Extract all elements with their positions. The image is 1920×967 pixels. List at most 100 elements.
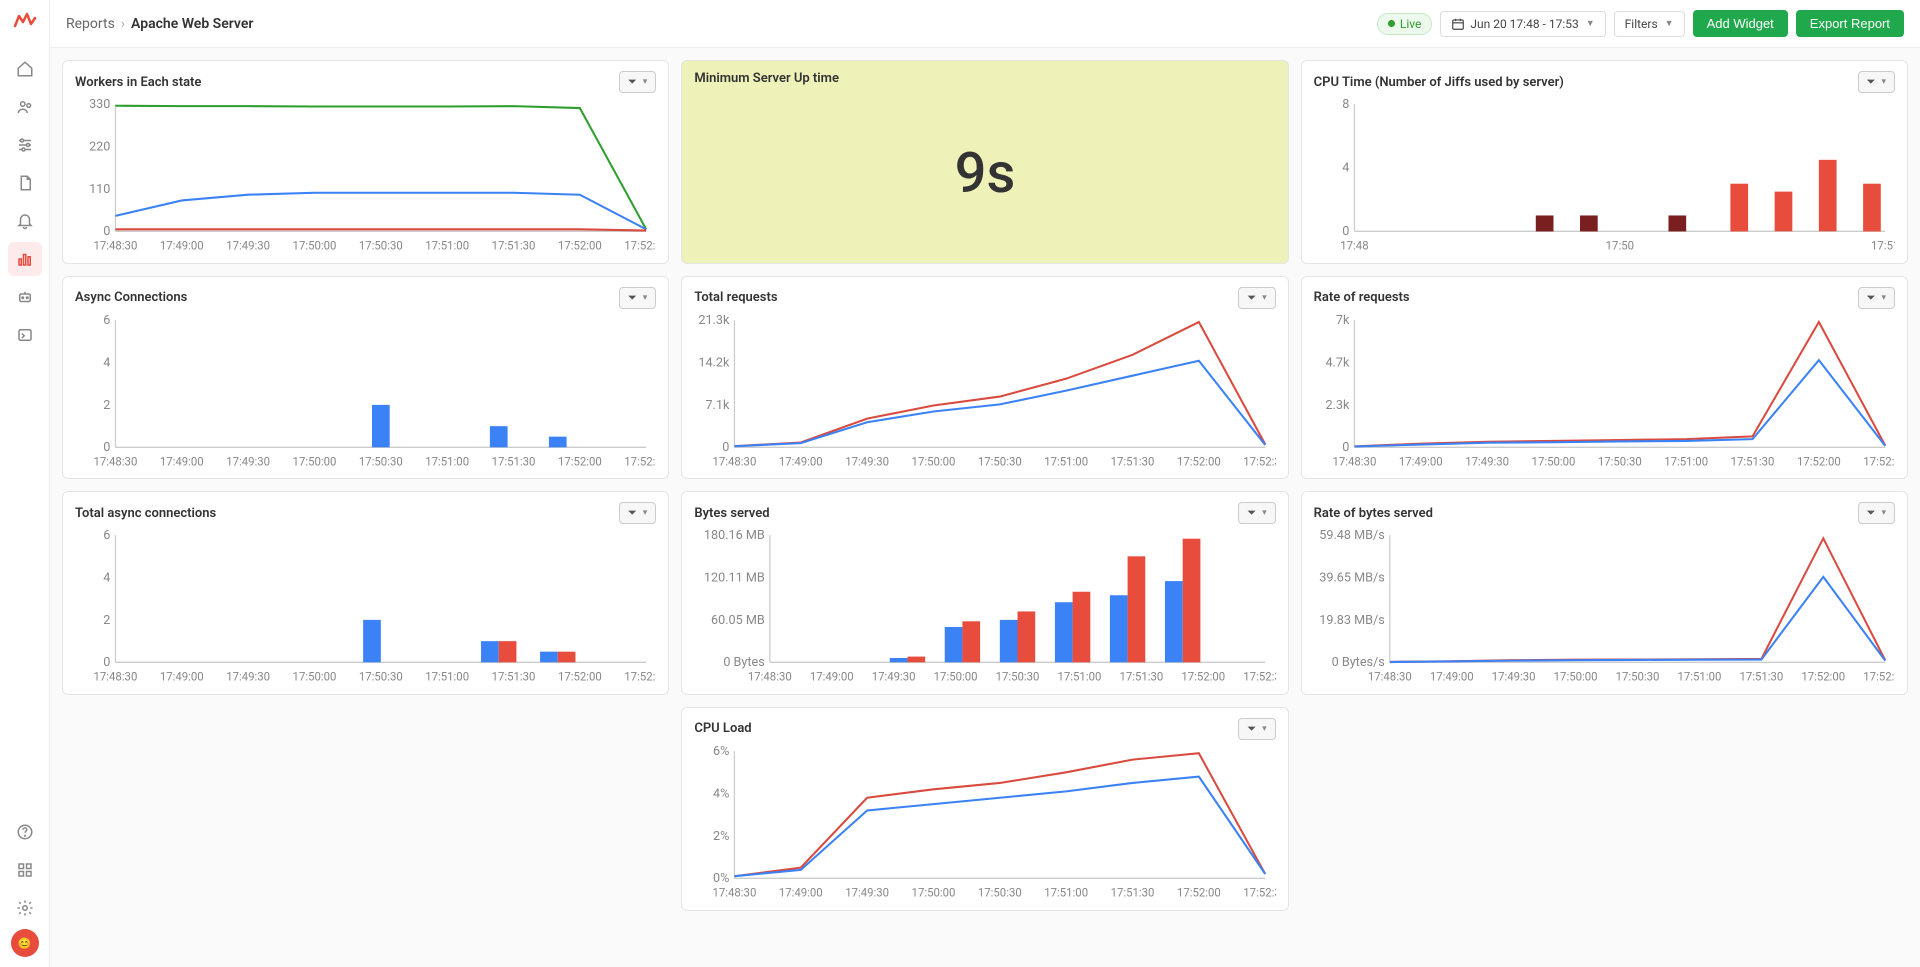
filters-button[interactable]: Filters ▼	[1614, 11, 1685, 37]
svg-text:17:52:00: 17:52:00	[1797, 454, 1841, 468]
svg-text:17:52:30: 17:52:30	[1244, 670, 1276, 684]
svg-text:2.3k: 2.3k	[1325, 397, 1349, 412]
svg-text:17:49:00: 17:49:00	[160, 670, 204, 684]
svg-text:17:49:00: 17:49:00	[810, 670, 854, 684]
svg-text:0 Bytes: 0 Bytes	[724, 655, 765, 670]
svg-text:17:48:30: 17:48:30	[1332, 454, 1376, 468]
chevron-down-icon: ▾	[643, 77, 648, 87]
nav-home-icon[interactable]	[8, 52, 42, 86]
nav-sliders-icon[interactable]	[8, 128, 42, 162]
svg-text:17:51:30: 17:51:30	[1739, 670, 1783, 684]
svg-text:17:52:30: 17:52:30	[1863, 454, 1895, 468]
svg-text:0 Bytes/s: 0 Bytes/s	[1331, 655, 1384, 670]
svg-text:60.05 MB: 60.05 MB	[711, 613, 765, 628]
svg-text:17:50:30: 17:50:30	[978, 885, 1022, 899]
svg-text:17:49:30: 17:49:30	[846, 885, 890, 899]
svg-text:17:49:30: 17:49:30	[1491, 670, 1535, 684]
card-rate-bytes: Rate of bytes served ⏷▾ 59.48 MB/s 39.65 …	[1301, 491, 1908, 695]
svg-text:59.48 MB/s: 59.48 MB/s	[1319, 530, 1384, 543]
svg-text:17:51:30: 17:51:30	[1120, 670, 1164, 684]
svg-text:0: 0	[103, 440, 110, 455]
card-filter-button[interactable]: ⏷▾	[1238, 718, 1275, 740]
svg-text:4.7k: 4.7k	[1325, 355, 1349, 370]
add-widget-button[interactable]: Add Widget	[1693, 10, 1788, 37]
svg-text:330: 330	[89, 99, 110, 112]
live-badge: Live	[1377, 13, 1432, 35]
svg-text:6: 6	[103, 530, 110, 543]
topbar: Reports › Apache Web Server Live Jun 20 …	[50, 0, 1920, 48]
svg-text:120.11 MB: 120.11 MB	[704, 571, 765, 586]
card-cpu-time: CPU Time (Number of Jiffs used by server…	[1301, 60, 1908, 264]
nav-document-icon[interactable]	[8, 166, 42, 200]
svg-text:17:50:00: 17:50:00	[1531, 454, 1575, 468]
svg-text:110: 110	[89, 182, 110, 197]
svg-text:17:50:00: 17:50:00	[293, 238, 337, 252]
funnel-icon: ⏷	[628, 506, 637, 520]
svg-text:17:50:30: 17:50:30	[1615, 670, 1659, 684]
nav-help-icon[interactable]	[8, 815, 42, 849]
svg-text:17:50:30: 17:50:30	[359, 238, 403, 252]
card-workers: Workers in Each state ⏷▾ 330220110017:48…	[62, 60, 669, 264]
card-rate-requests: Rate of requests ⏷▾ 7k4.7k2.3k017:48:301…	[1301, 276, 1908, 480]
svg-text:17:51:00: 17:51:00	[425, 238, 469, 252]
svg-text:17:49:00: 17:49:00	[1429, 670, 1473, 684]
card-title: CPU Load	[694, 721, 751, 736]
export-report-button[interactable]: Export Report	[1796, 10, 1904, 37]
funnel-icon: ⏷	[1867, 75, 1876, 89]
svg-text:17:50:30: 17:50:30	[359, 454, 403, 468]
svg-text:17:51:30: 17:51:30	[1111, 885, 1155, 899]
card-filter-button[interactable]: ⏷▾	[619, 502, 656, 524]
card-filter-button[interactable]: ⏷▾	[619, 287, 656, 309]
svg-text:17:51:30: 17:51:30	[1111, 454, 1155, 468]
card-title: Total async connections	[75, 506, 216, 521]
chevron-down-icon: ▼	[1586, 18, 1595, 29]
card-filter-button[interactable]: ⏷▾	[1858, 287, 1895, 309]
svg-text:17:48:30: 17:48:30	[713, 885, 757, 899]
card-title: Rate of bytes served	[1314, 506, 1433, 521]
svg-text:17:48:30: 17:48:30	[748, 670, 792, 684]
svg-text:4%: 4%	[713, 786, 729, 801]
svg-text:17:50:30: 17:50:30	[996, 670, 1040, 684]
card-filter-button[interactable]: ⏷▾	[1858, 71, 1895, 93]
svg-text:180.16 MB: 180.16 MB	[704, 530, 765, 543]
breadcrumb-separator: ›	[121, 16, 125, 32]
user-avatar[interactable]: 😊	[11, 929, 39, 957]
chevron-down-icon: ▾	[1881, 293, 1886, 303]
svg-text:17:52:30: 17:52:30	[1244, 885, 1276, 899]
svg-text:17:52:30: 17:52:30	[624, 454, 656, 468]
svg-text:17:51:30: 17:51:30	[1730, 454, 1774, 468]
sidebar: 😊	[0, 0, 50, 967]
nav-bell-icon[interactable]	[8, 204, 42, 238]
nav-users-icon[interactable]	[8, 90, 42, 124]
nav-apps-icon[interactable]	[8, 853, 42, 887]
svg-text:17:50:00: 17:50:00	[912, 454, 956, 468]
card-cpu-load: CPU Load ⏷▾ 6%4%2%0%17:48:3017:49:0017:4…	[681, 707, 1288, 911]
svg-text:7k: 7k	[1336, 315, 1350, 328]
timerange-label: Jun 20 17:48 - 17:53	[1470, 17, 1578, 31]
nav-reports-icon[interactable]	[8, 242, 42, 276]
card-filter-button[interactable]: ⏷▾	[619, 71, 656, 93]
svg-text:17:48:30: 17:48:30	[713, 454, 757, 468]
chevron-down-icon: ▾	[643, 508, 648, 518]
timerange-picker[interactable]: Jun 20 17:48 - 17:53 ▼	[1440, 11, 1605, 37]
card-filter-button[interactable]: ⏷▾	[1238, 287, 1275, 309]
chevron-down-icon: ▾	[1262, 724, 1267, 734]
calendar-icon	[1451, 17, 1465, 31]
chevron-down-icon: ▾	[1262, 293, 1267, 303]
svg-text:17:51:30: 17:51:30	[492, 670, 536, 684]
svg-text:17:52:30: 17:52:30	[624, 238, 656, 252]
card-filter-button[interactable]: ⏷▾	[1858, 502, 1895, 524]
svg-text:0: 0	[1342, 440, 1349, 455]
card-filter-button[interactable]: ⏷▾	[1238, 502, 1275, 524]
breadcrumb-root[interactable]: Reports	[66, 16, 115, 32]
svg-text:8: 8	[1342, 99, 1349, 112]
nav-bot-icon[interactable]	[8, 280, 42, 314]
svg-text:39.65 MB/s: 39.65 MB/s	[1319, 571, 1384, 586]
svg-text:17:51: 17:51	[1871, 238, 1895, 252]
nav-terminal-icon[interactable]	[8, 318, 42, 352]
svg-text:17:50:30: 17:50:30	[359, 670, 403, 684]
nav-settings-icon[interactable]	[8, 891, 42, 925]
svg-text:17:49:30: 17:49:30	[226, 670, 270, 684]
svg-text:17:52:00: 17:52:00	[1177, 885, 1221, 899]
svg-text:17:49:00: 17:49:00	[779, 454, 823, 468]
